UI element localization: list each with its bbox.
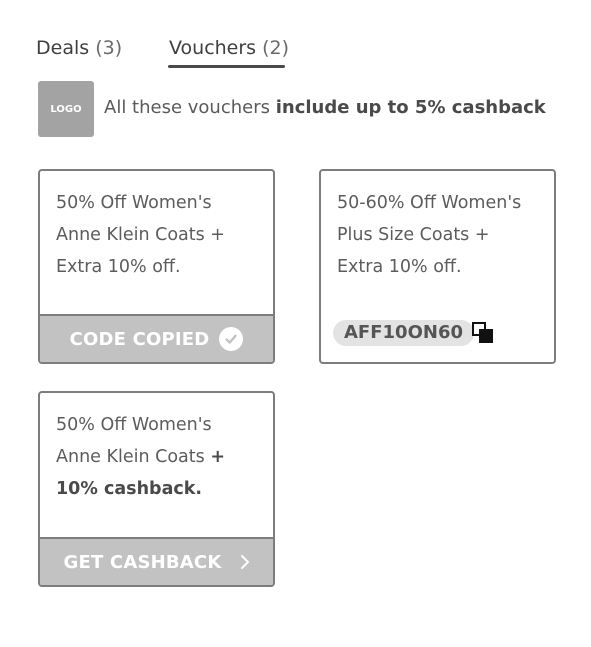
tab-vouchers-label: Vouchers: [169, 37, 257, 59]
voucher-line: Extra 10% off.: [56, 257, 181, 277]
voucher-line: Anne Klein Coats +: [56, 225, 225, 245]
voucher-line: Extra 10% off.: [337, 257, 462, 277]
voucher-plus: +: [210, 447, 225, 467]
chevron-right-icon: [240, 554, 250, 570]
voucher-cashback-text: 10% cashback.: [56, 479, 203, 499]
cashback-highlight: include up to 5% cashback: [275, 97, 546, 118]
voucher-code[interactable]: AFF10ON60: [333, 320, 474, 346]
get-cashback-button[interactable]: GET CASHBACK: [40, 537, 273, 585]
merchant-logo: LOGO: [38, 81, 94, 137]
active-tab-indicator: [168, 65, 285, 68]
voucher-line: 50-60% Off Women's: [337, 193, 522, 213]
voucher-card: 50% Off Women's Anne Klein Coats + 10% c…: [38, 391, 275, 587]
tab-deals[interactable]: Deals (3): [36, 36, 122, 60]
logo-text: LOGO: [50, 103, 82, 115]
voucher-line: 50% Off Women's: [56, 415, 212, 435]
tab-vouchers-count: (2): [262, 37, 290, 59]
tab-deals-label: Deals: [36, 37, 90, 59]
voucher-line: 10% cashback.: [56, 473, 261, 505]
code-copied-button[interactable]: CODE COPIED: [40, 314, 273, 362]
voucher-card: 50% Off Women's Anne Klein Coats + Extra…: [38, 169, 275, 364]
voucher-description: 50-60% Off Women's Plus Size Coats + Ext…: [337, 187, 542, 283]
code-copied-label: CODE COPIED: [69, 328, 210, 350]
check-icon: [219, 327, 244, 351]
copy-icon[interactable]: [471, 321, 497, 347]
voucher-line: Plus Size Coats +: [337, 225, 490, 245]
voucher-line: Anne Klein Coats +: [56, 441, 261, 473]
voucher-description: 50% Off Women's Anne Klein Coats + 10% c…: [56, 409, 261, 505]
tab-deals-count: (3): [95, 37, 123, 59]
cashback-prefix: All these vouchers: [104, 97, 270, 118]
voucher-description: 50% Off Women's Anne Klein Coats + Extra…: [56, 187, 261, 283]
cashback-summary: All these vouchers include up to 5% cash…: [104, 97, 546, 118]
voucher-card: 50-60% Off Women's Plus Size Coats + Ext…: [319, 169, 556, 364]
voucher-line: 50% Off Women's: [56, 193, 212, 213]
voucher-line-text: Anne Klein Coats: [56, 447, 205, 467]
get-cashback-label: GET CASHBACK: [63, 551, 222, 573]
tab-vouchers[interactable]: Vouchers (2): [169, 36, 289, 60]
